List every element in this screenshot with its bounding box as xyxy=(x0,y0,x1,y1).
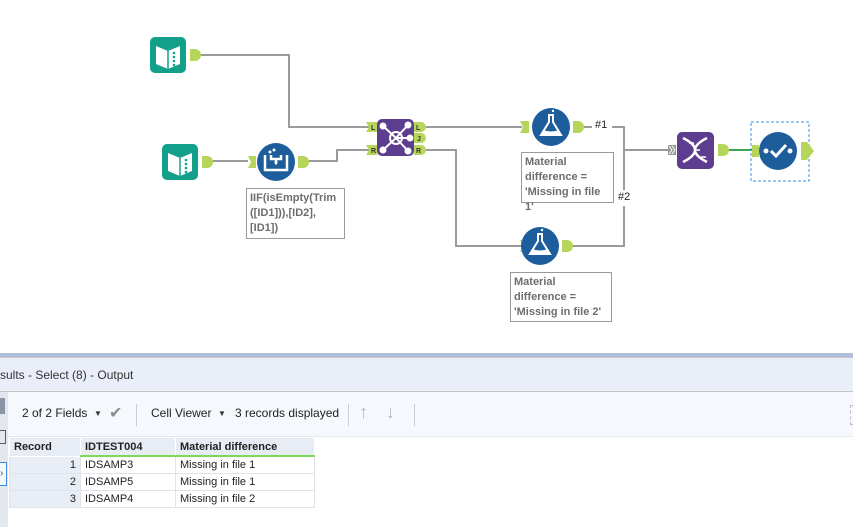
results-grid: Record IDTEST004 Material difference 1 I… xyxy=(9,437,315,508)
metadata-view-icon[interactable]: › xyxy=(0,462,7,486)
toolbar-separator xyxy=(414,404,415,426)
formula-2-annotation: Material difference = 'Missing in file 2… xyxy=(510,272,612,322)
toolbar-separator xyxy=(136,404,137,426)
table-row[interactable]: 1 IDSAMP3 Missing in file 1 xyxy=(9,455,315,474)
output-anchor xyxy=(298,156,309,168)
apply-checkmark-icon[interactable]: ✔ xyxy=(109,403,122,423)
id-cell[interactable]: IDSAMP3 xyxy=(80,455,176,474)
anchor-label-R: R xyxy=(371,148,376,155)
anchor-label-L-out: L xyxy=(416,125,421,132)
cell-viewer-arrow-icon[interactable]: ▼ xyxy=(218,409,226,418)
formula-tool-missing-1[interactable] xyxy=(520,107,584,146)
workflow-svg: L R L J R xyxy=(150,37,814,265)
connection-formula-join[interactable] xyxy=(308,149,370,162)
formula-tool[interactable] xyxy=(248,143,309,181)
diff-cell[interactable]: Missing in file 2 xyxy=(175,490,315,508)
results-header: sults - Select (8) - Output xyxy=(0,358,853,392)
input-data-tool-2[interactable] xyxy=(162,144,213,180)
results-toolbar: 2 of 2 Fields ▼ ✔ Cell Viewer ▼ 3 record… xyxy=(8,392,853,437)
table-row[interactable]: 3 IDSAMP4 Missing in file 2 xyxy=(9,490,315,508)
diff-cell[interactable]: Missing in file 1 xyxy=(175,455,315,474)
anchor-label-L: L xyxy=(371,125,376,132)
results-title: sults - Select (8) - Output xyxy=(0,368,134,382)
records-displayed: 3 records displayed xyxy=(235,406,340,420)
toolbar-separator xyxy=(348,404,349,426)
input-anchor xyxy=(248,156,256,168)
cell-viewer-dropdown[interactable]: Cell Viewer xyxy=(151,406,211,420)
workflow-canvas[interactable]: L R L J R IIF(isEmpty(Trim ([ID1])),[ID2… xyxy=(0,0,853,353)
connection-input1-join[interactable] xyxy=(200,54,370,128)
formula-annotation: IIF(isEmpty(Trim ([ID1])),[ID2], [ID1]) xyxy=(246,188,345,239)
results-left-rail: › xyxy=(0,392,8,527)
diff-cell[interactable]: Missing in file 1 xyxy=(175,473,315,491)
join-tool[interactable]: L R L J R xyxy=(366,119,426,156)
record-cell: 1 xyxy=(9,455,81,474)
column-header-idtest004[interactable]: IDTEST004 xyxy=(80,437,176,457)
formula-tool-missing-2[interactable] xyxy=(520,226,573,265)
anchor-label-R-out: R xyxy=(416,148,421,155)
id-cell[interactable]: IDSAMP5 xyxy=(80,473,176,491)
column-header-record[interactable]: Record xyxy=(9,437,81,457)
grid-header-row: Record IDTEST004 Material difference xyxy=(9,437,315,457)
id-cell[interactable]: IDSAMP4 xyxy=(80,490,176,508)
table-row[interactable]: 2 IDSAMP5 Missing in file 1 xyxy=(9,473,315,491)
table-view-icon[interactable] xyxy=(0,430,6,444)
arrow-up-icon[interactable]: ↑ xyxy=(359,402,368,423)
output-anchor xyxy=(202,156,213,168)
fields-dropdown-arrow-icon[interactable]: ▼ xyxy=(94,409,102,418)
column-header-material-difference[interactable]: Material difference xyxy=(175,437,315,457)
input-data-tool-1[interactable] xyxy=(150,37,201,73)
union-tool[interactable] xyxy=(668,132,729,169)
connection-label-1: #1 xyxy=(594,119,609,131)
formula-1-annotation: Material difference = 'Missing in file 1… xyxy=(521,152,614,213)
arrow-down-icon[interactable]: ↓ xyxy=(386,402,395,423)
record-cell: 2 xyxy=(9,473,81,491)
fields-dropdown[interactable]: 2 of 2 Fields xyxy=(22,406,87,420)
record-cell: 3 xyxy=(9,490,81,508)
select-tool[interactable] xyxy=(750,121,814,182)
anchor-label-J: J xyxy=(417,136,421,143)
connection-label-2: #2 xyxy=(617,191,632,203)
connection-join-formula2[interactable] xyxy=(424,149,522,247)
output-anchor xyxy=(190,49,201,61)
grid-view-icon[interactable] xyxy=(0,398,5,414)
